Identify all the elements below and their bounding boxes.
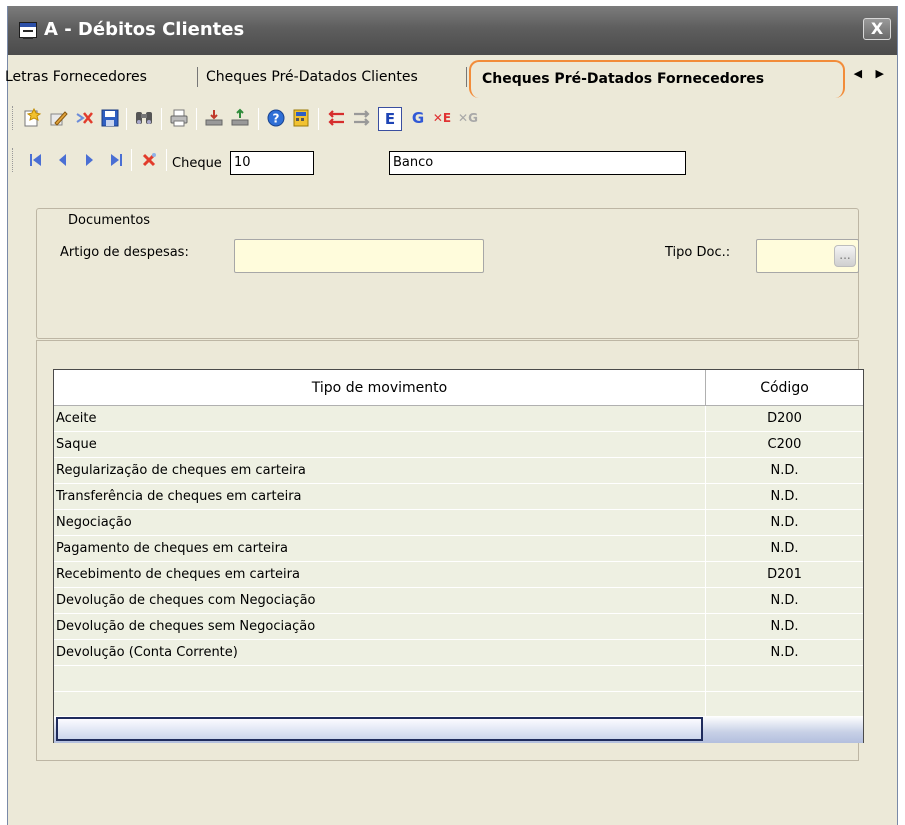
tab-scroll-arrows-icon[interactable]: ◀ ▶ — [854, 67, 889, 80]
table-row[interactable]: Transferência de cheques em carteira N.D. — [54, 484, 863, 510]
calculator-icon[interactable] — [291, 108, 311, 128]
toolbar-separator — [131, 149, 132, 171]
tab-letras-fornecedores[interactable]: Letras Fornecedores — [5, 69, 147, 85]
table-row[interactable]: Devolução de cheques sem Negociação N.D. — [54, 614, 863, 640]
cell-codigo: N.D. — [770, 541, 799, 556]
remove-g-button[interactable]: ✕G — [458, 108, 478, 128]
cell-tipo: Pagamento de cheques em carteira — [56, 541, 288, 556]
edit-icon[interactable] — [49, 108, 69, 128]
help-icon[interactable]: ? — [266, 108, 286, 128]
toolbar-separator — [196, 108, 197, 130]
toolbar-separator — [258, 108, 259, 130]
cell-codigo: N.D. — [770, 489, 799, 504]
table-row[interactable]: Recebimento de cheques em carteira D201 — [54, 562, 863, 588]
column-header-tipo[interactable]: Tipo de movimento — [54, 370, 705, 406]
table-row[interactable]: Devolução de cheques com Negociação N.D. — [54, 588, 863, 614]
column-divider — [705, 406, 706, 718]
g-toggle-button[interactable]: G — [408, 108, 428, 128]
table-row[interactable]: Pagamento de cheques em carteira N.D. — [54, 536, 863, 562]
cell-tipo: Devolução (Conta Corrente) — [56, 645, 238, 660]
table-row[interactable] — [54, 666, 863, 692]
cell-tipo: Recebimento de cheques em carteira — [56, 567, 300, 582]
svg-text:?: ? — [273, 112, 280, 126]
cell-codigo: N.D. — [770, 645, 799, 660]
remove-e-button[interactable]: ✕E — [432, 108, 452, 128]
import-icon[interactable] — [204, 108, 224, 128]
new-document-icon[interactable] — [22, 107, 42, 128]
cheque-field[interactable]: 10 — [230, 151, 314, 175]
navbar-grip[interactable] — [12, 148, 15, 172]
cell-tipo: Devolução de cheques com Negociação — [56, 593, 316, 608]
cell-codigo: N.D. — [770, 515, 799, 530]
previous-record-icon[interactable] — [53, 150, 73, 170]
cell-tipo: Transferência de cheques em carteira — [56, 489, 302, 504]
tipo-doc-field[interactable]: ... — [756, 239, 859, 273]
table-row[interactable]: Regularização de cheques em carteira N.D. — [54, 458, 863, 484]
main-window: A - Débitos Clientes X Letras Fornecedor… — [5, 6, 898, 825]
export-icon[interactable] — [230, 108, 250, 128]
cell-codigo: N.D. — [770, 593, 799, 608]
cell-tipo: Regularização de cheques em carteira — [56, 463, 306, 478]
close-button[interactable]: X — [863, 18, 891, 40]
tab-bar: Letras Fornecedores Cheques Pré-Datados … — [5, 55, 897, 98]
save-icon[interactable] — [100, 108, 120, 128]
cell-tipo: Aceite — [56, 411, 97, 426]
search-binoculars-icon[interactable] — [134, 108, 154, 128]
next-record-icon[interactable] — [79, 150, 99, 170]
table-row[interactable]: Negociação N.D. — [54, 510, 863, 536]
table-row[interactable]: Aceite D200 — [54, 406, 863, 432]
new-row-editor[interactable] — [56, 717, 703, 741]
tipo-doc-label: Tipo Doc.: — [665, 245, 731, 260]
cell-codigo: N.D. — [770, 463, 799, 478]
navigation-toolbar: Cheque 10 Banco — [8, 138, 897, 182]
e-toggle-button[interactable]: E — [378, 107, 402, 131]
documentos-group: Documentos Artigo de despesas: Tipo Doc.… — [36, 208, 859, 339]
cell-codigo: D200 — [767, 411, 802, 426]
toolbar-separator — [161, 108, 162, 130]
delete-icon[interactable] — [74, 108, 94, 128]
move-left-icon[interactable] — [326, 108, 346, 128]
cell-codigo: N.D. — [770, 619, 799, 634]
grid-rows: Aceite D200 Saque C200 Regularização de ch… — [54, 406, 863, 692]
cell-codigo: D201 — [767, 567, 802, 582]
column-header-codigo[interactable]: Código — [706, 370, 863, 406]
cheque-label: Cheque — [172, 156, 222, 171]
cancel-icon[interactable] — [139, 150, 159, 170]
print-icon[interactable] — [169, 108, 189, 128]
cell-tipo: Saque — [56, 437, 97, 452]
app-window-icon — [19, 22, 37, 39]
tab-divider — [197, 67, 198, 87]
new-row[interactable] — [54, 716, 863, 743]
cell-tipo: Devolução de cheques sem Negociação — [56, 619, 316, 634]
grid-header: Tipo de movimento Código — [54, 370, 863, 406]
cell-tipo: Negociação — [56, 515, 132, 530]
tab-cheques-clientes[interactable]: Cheques Pré-Datados Clientes — [206, 69, 418, 85]
first-record-icon[interactable] — [26, 150, 46, 170]
main-toolbar: ? E G ✕E ✕G — [8, 98, 897, 138]
documentos-title: Documentos — [68, 213, 151, 228]
table-row[interactable]: Saque C200 — [54, 432, 863, 458]
tab-divider — [466, 67, 467, 87]
tab-cheques-fornecedores[interactable]: Cheques Pré-Datados Fornecedores — [469, 60, 845, 98]
last-record-icon[interactable] — [106, 150, 126, 170]
table-row[interactable]: Devolução (Conta Corrente) N.D. — [54, 640, 863, 666]
banco-field[interactable]: Banco — [389, 151, 686, 175]
toolbar-separator — [126, 108, 127, 130]
move-right-icon[interactable] — [352, 108, 372, 128]
toolbar-grip[interactable] — [12, 106, 15, 130]
artigo-despesas-field[interactable] — [234, 239, 484, 273]
toolbar-separator — [318, 108, 319, 130]
toolbar-separator — [166, 149, 167, 171]
artigo-despesas-label: Artigo de despesas: — [60, 245, 189, 260]
title-bar: A - Débitos Clientes X — [8, 6, 897, 55]
tipo-doc-lookup-button[interactable]: ... — [834, 245, 856, 267]
cell-codigo: C200 — [767, 437, 802, 452]
movimentos-grid: Tipo de movimento Código Aceite D200 Saqu… — [53, 369, 864, 743]
window-title: A - Débitos Clientes — [44, 19, 245, 40]
